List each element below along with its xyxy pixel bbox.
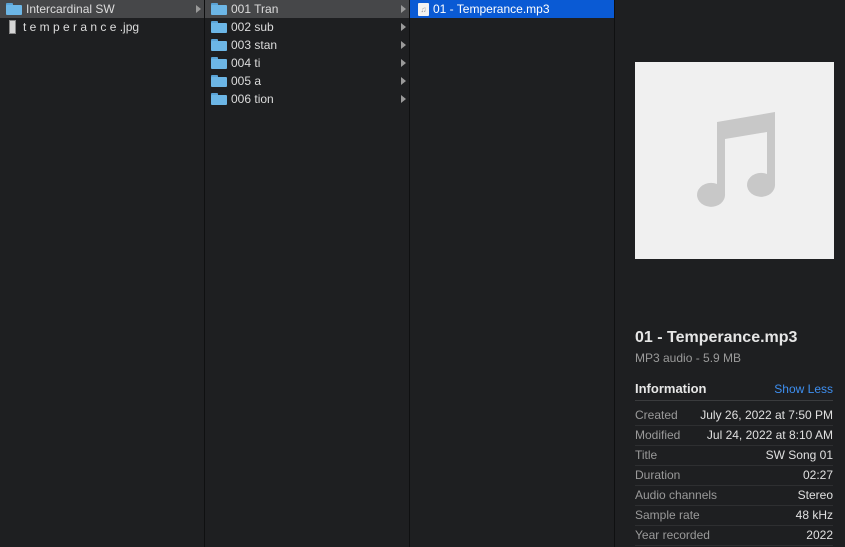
folder-item[interactable]: 001 Tran [205, 0, 409, 18]
item-label: 005 a [231, 74, 262, 88]
file-kind: MP3 audio - 5.9 MB [635, 351, 742, 365]
folder-item[interactable]: 005 a [205, 72, 409, 90]
divider [635, 400, 833, 401]
folder-icon [211, 57, 227, 69]
info-row-duration: Duration 02:27 [635, 465, 833, 486]
info-value: Stereo [797, 488, 833, 502]
item-label: t e m p e r a n c e .jpg [23, 20, 140, 34]
show-less-link[interactable]: Show Less [774, 382, 833, 396]
info-row-audio-channels: Audio channels Stereo [635, 485, 833, 506]
item-label: 01 - Temperance.mp3 [433, 2, 550, 16]
folder-icon [211, 93, 227, 105]
info-heading: Information [635, 381, 707, 396]
column-3: ♫ 01 - Temperance.mp3 [410, 0, 615, 547]
info-key: Duration [635, 468, 681, 482]
chevron-right-icon [401, 5, 406, 13]
info-row-year-recorded: Year recorded 2022 [635, 525, 833, 546]
chevron-right-icon [196, 5, 201, 13]
chevron-right-icon [401, 77, 406, 85]
chevron-right-icon [401, 41, 406, 49]
item-label: 006 tion [231, 92, 274, 106]
chevron-right-icon [401, 95, 406, 103]
file-item-temperance-jpg[interactable]: t e m p e r a n c e .jpg [0, 18, 204, 36]
audio-file-icon: ♫ [418, 2, 429, 16]
image-file-icon [9, 20, 16, 34]
column-1: Intercardinal SW t e m p e r a n c e .jp… [0, 0, 205, 547]
info-key: Sample rate [635, 508, 700, 522]
column-2: 001 Tran 002 sub 003 stan 004 ti 005 a 0… [205, 0, 410, 547]
info-row-modified: Modified Jul 24, 2022 at 8:10 AM [635, 425, 833, 446]
album-artwork [635, 62, 834, 259]
info-row-created: Created July 26, 2022 at 7:50 PM [635, 405, 833, 426]
folder-icon [6, 3, 22, 15]
info-key: Created [635, 408, 678, 422]
item-label: 004 ti [231, 56, 261, 70]
folder-icon [211, 75, 227, 87]
info-value: 2022 [806, 528, 833, 542]
preview-pane: 01 - Temperance.mp3 MP3 audio - 5.9 MB I… [615, 0, 845, 547]
file-item-temperance-mp3[interactable]: ♫ 01 - Temperance.mp3 [410, 0, 614, 18]
info-row-sample-rate: Sample rate 48 kHz [635, 505, 833, 526]
chevron-right-icon [401, 59, 406, 67]
item-label: Intercardinal SW [26, 2, 115, 16]
folder-item[interactable]: 003 stan [205, 36, 409, 54]
info-key: Modified [635, 428, 681, 442]
info-value: 02:27 [802, 468, 833, 482]
info-value: July 26, 2022 at 7:50 PM [700, 408, 833, 422]
folder-icon [211, 39, 227, 51]
file-name: 01 - Temperance.mp3 [635, 329, 798, 346]
info-key: Audio channels [635, 488, 718, 502]
folder-item[interactable]: 002 sub [205, 18, 409, 36]
folder-icon [211, 21, 227, 33]
info-key: Year recorded [635, 528, 710, 542]
item-label: 002 sub [231, 20, 274, 34]
info-value: SW Song 01 [765, 448, 833, 462]
info-key: Title [635, 448, 658, 462]
info-value: 48 kHz [795, 508, 833, 522]
item-label: 001 Tran [231, 2, 279, 16]
folder-icon [211, 3, 227, 15]
folder-item-intercardinal-sw[interactable]: Intercardinal SW [0, 0, 204, 18]
chevron-right-icon [401, 23, 406, 31]
info-value: Jul 24, 2022 at 8:10 AM [706, 428, 833, 442]
music-note-icon [697, 112, 776, 207]
folder-item[interactable]: 006 tion [205, 90, 409, 108]
folder-item[interactable]: 004 ti [205, 54, 409, 72]
info-row-title: Title SW Song 01 [635, 445, 833, 466]
item-label: 003 stan [231, 38, 278, 52]
